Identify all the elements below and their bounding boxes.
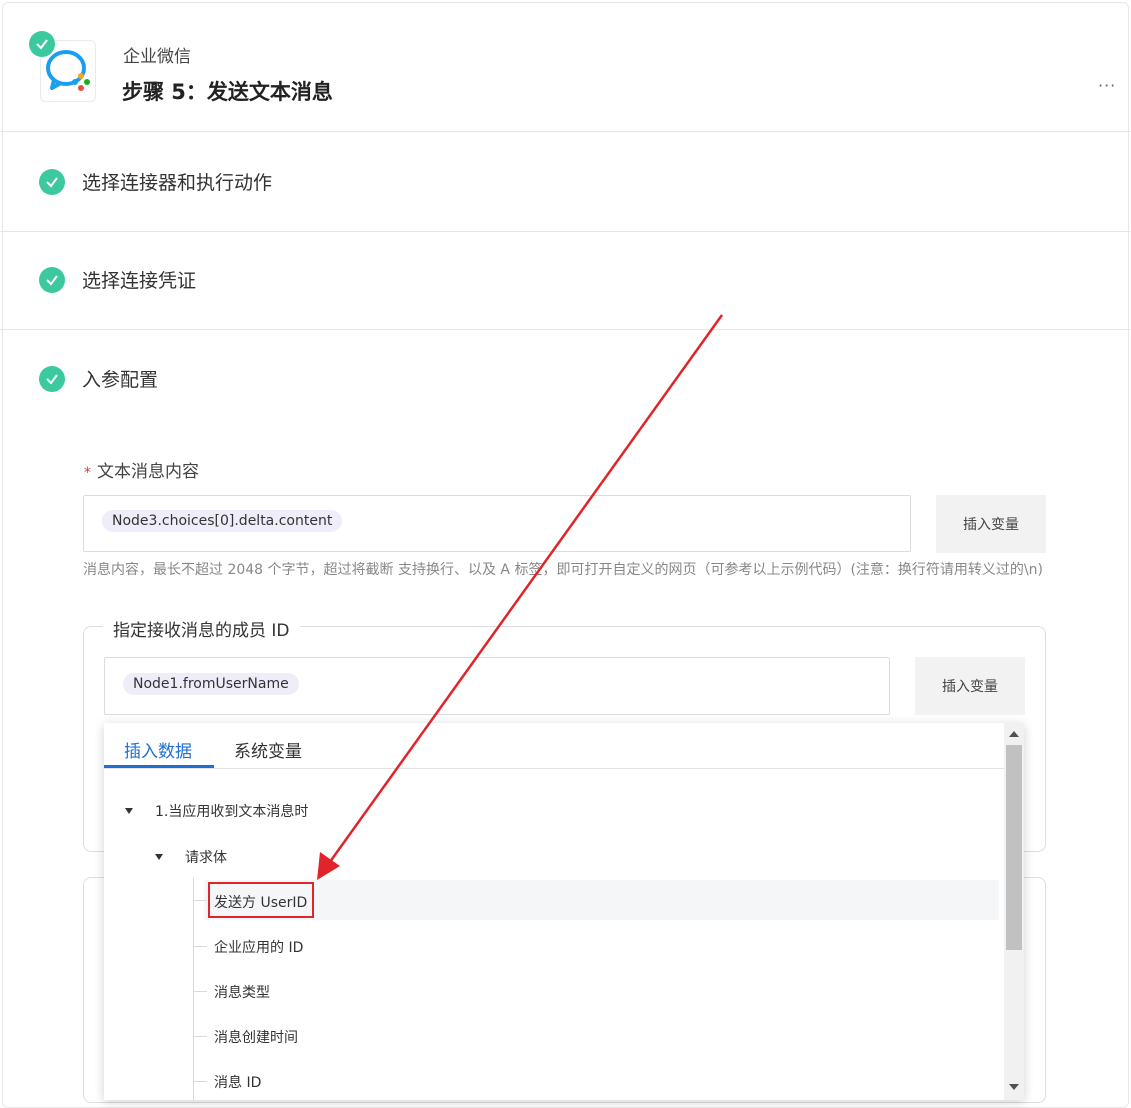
tree-guide-line	[193, 900, 207, 901]
member-id-input[interactable]: Node1.fromUserName	[104, 657, 890, 715]
check-circle-icon	[39, 266, 65, 293]
tree-guide-line	[193, 878, 194, 1100]
annotation-highlight-box	[208, 882, 314, 918]
divider	[0, 131, 1131, 132]
variable-chip[interactable]: Node3.choices[0].delta.content	[102, 510, 343, 532]
check-icon	[29, 31, 55, 57]
section-select-credential[interactable]: 选择连接凭证	[39, 266, 196, 293]
check-circle-icon	[39, 168, 65, 195]
caret-down-icon[interactable]	[125, 808, 133, 814]
caret-down-icon[interactable]	[155, 854, 163, 860]
insert-variable-button[interactable]: 插入变量	[936, 495, 1046, 553]
tree-leaf-msg-type[interactable]: 消息类型	[214, 982, 270, 1002]
tree-leaf-msg-id[interactable]: 消息 ID	[214, 1072, 261, 1092]
section-select-connector[interactable]: 选择连接器和执行动作	[39, 168, 272, 195]
required-mark: *	[84, 465, 91, 481]
tree-node-label: 1.当应用收到文本消息时	[155, 804, 309, 820]
tab-insert-data[interactable]: 插入数据	[124, 737, 192, 762]
active-tab-indicator	[104, 765, 214, 768]
scroll-up-icon[interactable]	[1009, 731, 1019, 737]
divider	[0, 329, 1131, 330]
tree-leaf-agent-id[interactable]: 企业应用的 ID	[214, 937, 303, 957]
section-title: 选择连接凭证	[82, 270, 197, 292]
field-hint: 消息内容，最长不超过 2048 个字节，超过将截断 支持换行、以及 A 标签，即…	[83, 562, 1043, 578]
section-input-config[interactable]: 入参配置	[39, 365, 158, 392]
member-id-legend: 指定接收消息的成员 ID	[103, 616, 300, 641]
more-options-icon[interactable]: ···	[1098, 76, 1116, 95]
scrollbar-thumb[interactable]	[1006, 745, 1022, 950]
check-circle-icon	[39, 365, 65, 392]
tree-guide-line	[193, 946, 207, 947]
page-title: 步骤 5：发送文本消息	[122, 80, 333, 104]
section-title: 选择连接器和执行动作	[82, 172, 273, 194]
tab-system-variables[interactable]: 系统变量	[234, 737, 302, 762]
variable-chip[interactable]: Node1.fromUserName	[123, 673, 299, 695]
text-content-label: * 文本消息内容	[84, 457, 199, 482]
tree-guide-line	[193, 1081, 207, 1082]
tree-leaf-create-time[interactable]: 消息创建时间	[214, 1027, 298, 1047]
tree-guide-line	[193, 991, 207, 992]
tree-guide-line	[193, 1036, 207, 1037]
tree-node[interactable]: 请求体	[155, 847, 227, 867]
hover-row	[204, 880, 999, 920]
divider	[0, 231, 1131, 232]
scroll-down-icon[interactable]	[1009, 1084, 1019, 1090]
text-content-input[interactable]: Node3.choices[0].delta.content	[83, 495, 911, 552]
tree-node-label: 请求体	[185, 850, 227, 866]
app-name: 企业微信	[123, 47, 191, 67]
section-title: 入参配置	[82, 369, 159, 391]
insert-variable-button[interactable]: 插入变量	[915, 657, 1025, 715]
tree-node[interactable]: 1.当应用收到文本消息时	[125, 801, 308, 821]
insert-variable-dropdown: 插入数据 系统变量 1.当应用收到文本消息时 请求体 发送方 UserID 企业…	[104, 723, 1024, 1100]
tab-divider	[104, 768, 1004, 769]
field-label: 文本消息内容	[97, 462, 199, 482]
